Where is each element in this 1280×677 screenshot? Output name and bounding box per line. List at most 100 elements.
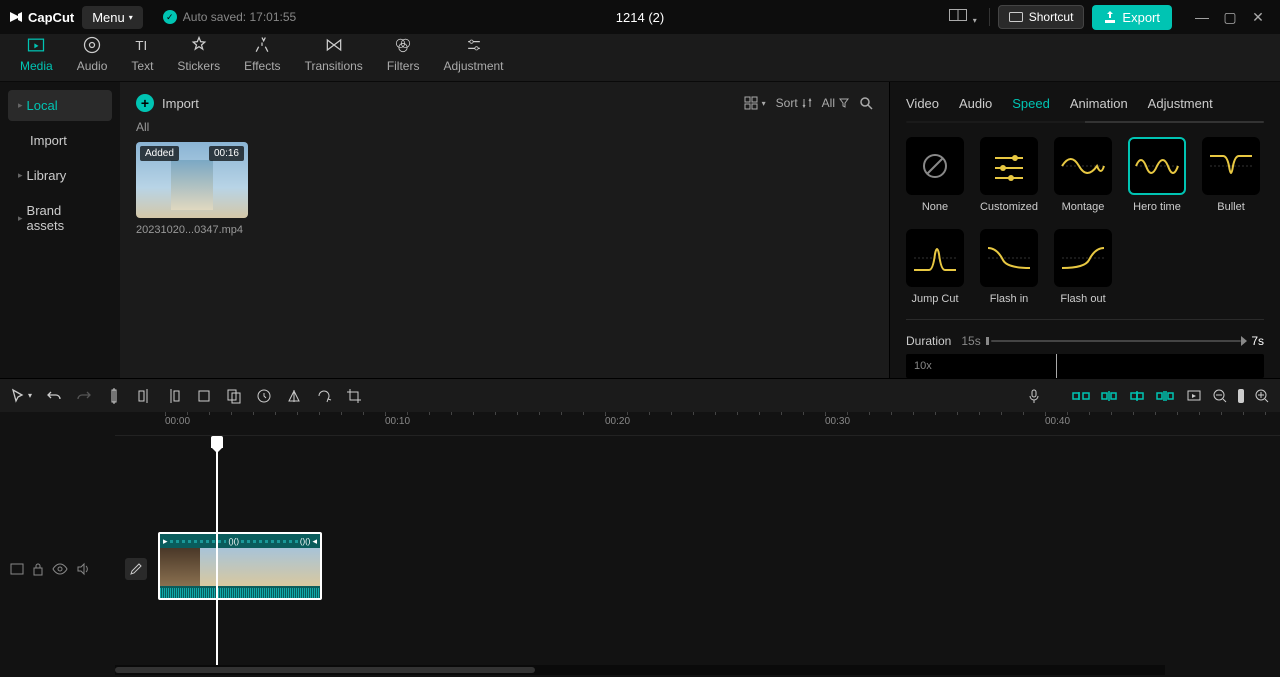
mirror-tool[interactable] <box>286 388 302 404</box>
keyboard-icon <box>1009 12 1023 22</box>
duration-track[interactable] <box>991 340 1242 342</box>
view-grid-button[interactable]: ▾ <box>744 96 766 110</box>
track-lock-toggle[interactable] <box>32 562 44 579</box>
curve-flash-out[interactable]: Flash out <box>1054 229 1112 305</box>
curve-bullet[interactable]: Bullet <box>1202 137 1260 213</box>
track-visibility-toggle[interactable] <box>52 563 68 578</box>
tab-stickers[interactable]: Stickers <box>165 29 232 81</box>
tab-adjustment[interactable]: Adjustment <box>431 29 515 81</box>
window-maximize-button[interactable]: ▢ <box>1216 3 1244 31</box>
curve-flash-in[interactable]: Flash in <box>980 229 1038 305</box>
duration-original: 15s <box>961 334 980 348</box>
curve-customized[interactable]: Customized <box>980 137 1038 213</box>
inspector-tab-adjustment[interactable]: Adjustment <box>1148 96 1213 111</box>
sort-icon <box>802 98 812 108</box>
inspector-tab-video[interactable]: Video <box>906 96 939 111</box>
media-group-label: All <box>136 120 873 134</box>
chevron-down-icon: ▾ <box>129 13 133 22</box>
tab-media[interactable]: Media <box>8 29 65 81</box>
timeline-tracks[interactable]: ▸()()()()◂ <box>0 436 1280 665</box>
zoom-in-button[interactable] <box>1254 388 1270 404</box>
import-button[interactable]: + Import <box>136 94 199 112</box>
adjustment-icon <box>464 35 484 55</box>
inspector-panel: Video Audio Speed Animation Adjustment N… <box>889 82 1280 378</box>
shortcut-button[interactable]: Shortcut <box>998 5 1085 29</box>
sidebar-item-brand-assets[interactable]: ▸Brand assets <box>8 195 112 241</box>
crop-ratio-tool[interactable] <box>346 388 362 404</box>
hero-curve-icon <box>1133 146 1181 186</box>
reverse-tool[interactable] <box>256 388 272 404</box>
playhead[interactable] <box>216 436 218 665</box>
clip-added-badge: Added <box>140 146 179 161</box>
flashin-curve-icon <box>985 238 1033 278</box>
tab-text[interactable]: TI Text <box>119 29 165 81</box>
curve-montage[interactable]: Montage <box>1054 137 1112 213</box>
transitions-icon <box>324 35 344 55</box>
tab-effects[interactable]: Effects <box>232 29 292 81</box>
timeline-scrollbar[interactable] <box>115 665 1165 675</box>
filter-all-button[interactable]: All <box>822 96 849 110</box>
filter-icon <box>839 98 849 108</box>
tab-transitions[interactable]: Transitions <box>293 29 375 81</box>
speed-mode-curve[interactable]: Curve <box>1085 121 1264 123</box>
export-icon <box>1104 11 1116 23</box>
rotate-tool[interactable] <box>316 388 332 404</box>
inspector-tab-animation[interactable]: Animation <box>1070 96 1128 111</box>
duration-result: 7s <box>1251 334 1264 348</box>
split-tool[interactable] <box>106 388 122 404</box>
menu-button[interactable]: Menu ▾ <box>82 6 143 29</box>
sidebar-item-library[interactable]: ▸Library <box>8 160 112 191</box>
window-minimize-button[interactable]: — <box>1188 3 1216 31</box>
tab-audio[interactable]: Audio <box>65 29 120 81</box>
project-title: 1214 (2) <box>616 10 664 25</box>
magnet-mode-4[interactable] <box>1154 387 1176 405</box>
mic-icon <box>1026 388 1042 404</box>
search-button[interactable] <box>859 96 873 110</box>
sidebar-item-local[interactable]: ▸Local <box>8 90 112 121</box>
undo-button[interactable] <box>46 388 62 404</box>
redo-button[interactable] <box>76 388 92 404</box>
copy-tool[interactable] <box>226 388 242 404</box>
timeline-clip[interactable]: ▸()()()()◂ <box>158 532 322 600</box>
sort-button[interactable]: Sort <box>776 96 812 110</box>
track-edit-button[interactable] <box>125 558 147 580</box>
stickers-icon <box>189 35 209 55</box>
magnet-mode-3[interactable] <box>1126 387 1148 405</box>
montage-curve-icon <box>1059 146 1107 186</box>
flashout-curve-icon <box>1059 238 1107 278</box>
preview-toggle[interactable] <box>1186 388 1202 404</box>
timeline-ruler[interactable]: 00:00 00:10 00:20 00:30 00:40 <box>115 412 1280 436</box>
split-left-tool[interactable] <box>136 388 152 404</box>
curve-jump-cut[interactable]: Jump Cut <box>906 229 964 305</box>
split-right-tool[interactable] <box>166 388 182 404</box>
crop-tool[interactable] <box>196 388 212 404</box>
zoom-out-button[interactable] <box>1212 388 1228 404</box>
check-icon: ✓ <box>163 10 177 24</box>
speed-mode-toggle: Normal Curve <box>906 121 1264 123</box>
inspector-tab-speed[interactable]: Speed <box>1012 96 1050 111</box>
track-cover-toggle[interactable] <box>10 562 24 579</box>
layout-button[interactable]: ▾ <box>945 5 981 30</box>
duration-label: Duration <box>906 334 951 348</box>
voiceover-button[interactable] <box>1026 388 1042 404</box>
curve-none[interactable]: None <box>906 137 964 213</box>
window-close-button[interactable]: ✕ <box>1244 3 1272 31</box>
sidebar-item-import[interactable]: Import <box>8 125 112 156</box>
media-sidebar: ▸Local Import ▸Library ▸Brand assets <box>0 82 120 378</box>
track-mute-toggle[interactable] <box>76 562 90 579</box>
inspector-tab-audio[interactable]: Audio <box>959 96 992 111</box>
timeline: 00:00 00:10 00:20 00:30 00:40 ▸()()()()◂ <box>0 412 1280 677</box>
speed-graph[interactable]: 10x <box>906 354 1264 378</box>
speed-mode-normal[interactable]: Normal <box>906 121 1085 123</box>
tab-filters[interactable]: Filters <box>375 29 432 81</box>
autosave-status: ✓ Auto saved: 17:01:55 <box>163 10 296 24</box>
curve-hero-time[interactable]: Hero time <box>1128 137 1186 213</box>
media-clip-thumb[interactable]: Added 00:16 20231020...0347.mp4 <box>136 142 248 236</box>
zoom-slider-handle[interactable] <box>1238 389 1244 403</box>
pencil-icon <box>129 562 143 576</box>
export-button[interactable]: Export <box>1092 5 1172 30</box>
magnet-mode-2[interactable] <box>1098 387 1120 405</box>
ruler-tick: 00:30 <box>825 416 850 427</box>
magnet-mode-1[interactable] <box>1070 387 1092 405</box>
select-tool[interactable]: ▾ <box>10 388 32 404</box>
